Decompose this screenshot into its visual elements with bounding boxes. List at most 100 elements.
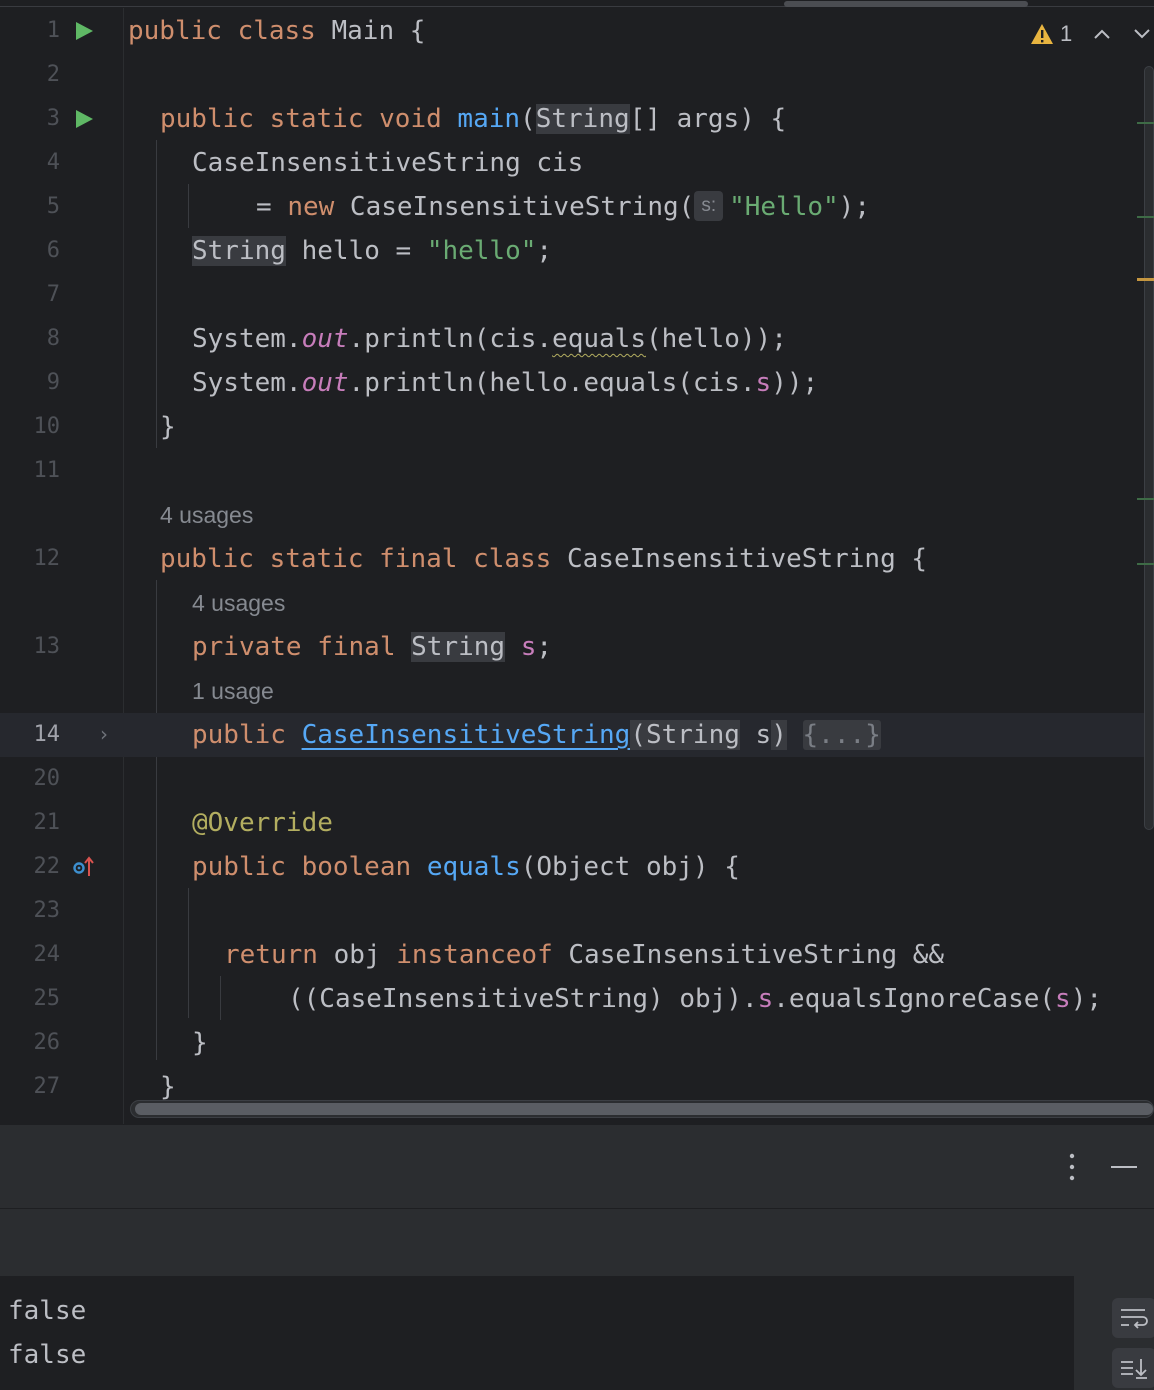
code-text: } — [160, 412, 176, 442]
method-call: .equalsIgnoreCase( — [773, 984, 1056, 1014]
type-name: String — [411, 632, 506, 662]
line-number: 20 — [33, 766, 61, 791]
error-stripe-mark[interactable] — [1137, 498, 1154, 500]
line-number: 1 — [46, 18, 60, 43]
punctuation: ) — [771, 720, 787, 750]
punctuation: ); — [1070, 984, 1102, 1014]
code-line[interactable]: 12 public static final class CaseInsensi… — [0, 537, 1154, 581]
keyword: public static final class — [160, 544, 552, 574]
chevron-right-icon[interactable]: › — [100, 721, 108, 747]
code-line[interactable]: 6 String hello = "hello"; — [0, 229, 1154, 273]
warning-underline[interactable]: equals — [552, 324, 646, 354]
code-line[interactable]: 20 — [0, 757, 1154, 801]
code-line[interactable]: 4 CaseInsensitiveString cis — [0, 141, 1154, 185]
scroll-to-end-button[interactable] — [1112, 1348, 1154, 1388]
string-literal: "hello" — [426, 236, 537, 266]
punctuation: ); — [838, 192, 870, 222]
code-line[interactable]: 3 public static void main(String[] args)… — [0, 97, 1154, 141]
horizontal-scroll-thumb[interactable] — [135, 1103, 1153, 1115]
usages-hint-text[interactable]: 4 usages — [160, 493, 253, 537]
params: [] args) { — [629, 104, 787, 134]
code-line-current[interactable]: 14 › public CaseInsensitiveString(String… — [0, 713, 1154, 757]
usages-hint[interactable]: 4 usages — [0, 493, 1154, 537]
keyword: public — [192, 720, 286, 750]
line-number: 22 — [33, 854, 61, 879]
code-line[interactable]: 2 — [0, 53, 1154, 97]
constructor-name: CaseInsensitiveString — [301, 720, 631, 750]
code-line[interactable]: 25 ((CaseInsensitiveString) obj).s.equal… — [0, 977, 1154, 1021]
usages-hint-text[interactable]: 4 usages — [192, 581, 285, 625]
code-text: public static final class CaseInsensitiv… — [160, 537, 927, 581]
method-name: main — [457, 104, 521, 134]
usages-hint-text[interactable]: 1 usage — [192, 669, 274, 713]
field-ref: s — [755, 368, 772, 398]
code-line[interactable]: 5 = new CaseInsensitiveString(s: "Hello")… — [0, 185, 1154, 229]
folded-block[interactable]: {...} — [802, 720, 881, 750]
code-line[interactable]: 10 } — [0, 405, 1154, 449]
code-text: = new CaseInsensitiveString(s: "Hello"); — [256, 185, 870, 229]
more-vertical-icon[interactable] — [1067, 1153, 1077, 1181]
code-line[interactable]: 1 public class Main { — [0, 9, 1154, 53]
punctuation: ( — [630, 720, 646, 750]
keyword: public static void — [160, 104, 442, 134]
scroll-to-end-icon — [1121, 1359, 1147, 1379]
code-line[interactable]: 26 } — [0, 1021, 1154, 1065]
annotation: @Override — [192, 808, 333, 838]
static-field: out — [301, 368, 349, 398]
error-stripe-mark[interactable] — [1137, 563, 1154, 565]
line-number: 21 — [33, 810, 61, 835]
run-triangle-icon[interactable] — [76, 110, 93, 128]
parameter-hint: s: — [694, 191, 724, 221]
keyword: new — [287, 192, 335, 222]
constructor-call: CaseInsensitiveString( — [334, 192, 695, 222]
code-line[interactable]: 7 — [0, 273, 1154, 317]
class-declaration: Main { — [315, 16, 426, 46]
method-call: .println(cis. — [348, 324, 553, 354]
console-line: false — [8, 1340, 87, 1370]
static-field: out — [301, 324, 349, 354]
code-line[interactable]: 21 @Override — [0, 801, 1154, 845]
type-name: String — [645, 720, 740, 750]
code-editor[interactable]: 1 1 public class Main { 2 3 public stati… — [0, 0, 1154, 1124]
expression: CaseInsensitiveString && — [552, 940, 945, 970]
line-number: 4 — [46, 150, 60, 175]
code-line[interactable]: 13 private final String s; — [0, 625, 1154, 669]
line-number: 24 — [33, 942, 61, 967]
punctuation: ( — [520, 104, 536, 134]
params: (Object obj) { — [520, 852, 740, 882]
keyword: private final — [192, 632, 396, 662]
error-stripe-mark[interactable] — [1137, 122, 1154, 124]
usages-hint[interactable]: 4 usages — [0, 581, 1154, 625]
code-text: public boolean equals(Object obj) { — [192, 845, 740, 889]
soft-wrap-button[interactable] — [1112, 1298, 1154, 1338]
code-text: public CaseInsensitiveString(String s) {… — [192, 713, 881, 757]
vertical-scrollbar[interactable] — [1144, 66, 1154, 830]
line-number: 25 — [33, 986, 61, 1011]
line-number: 14 — [33, 722, 61, 747]
run-panel-header — [0, 1124, 1154, 1209]
error-stripe-mark[interactable] — [1137, 216, 1154, 218]
run-panel-toolbar — [0, 1208, 1154, 1279]
usages-hint[interactable]: 1 usage — [0, 669, 1154, 713]
minimize-icon[interactable] — [1111, 1166, 1137, 1168]
operator: = — [256, 192, 288, 222]
top-scroll-thumb[interactable] — [784, 1, 1028, 7]
code-text: System.out.println(cis.equals(hello)); — [192, 317, 787, 361]
code-line[interactable]: 8 System.out.println(cis.equals(hello)); — [0, 317, 1154, 361]
code-line[interactable]: 24 return obj instanceof CaseInsensitive… — [0, 933, 1154, 977]
code-text: } — [192, 1028, 208, 1058]
console-output[interactable]: false false — [0, 1276, 1074, 1390]
code-text: CaseInsensitiveString cis — [192, 148, 584, 178]
line-number: 23 — [33, 898, 61, 923]
line-number: 26 — [33, 1030, 61, 1055]
horizontal-scrollbar[interactable] — [130, 1100, 1154, 1118]
override-up-arrow-icon[interactable] — [72, 855, 96, 879]
code-line[interactable]: 11 — [0, 449, 1154, 493]
code-line[interactable]: 23 — [0, 889, 1154, 933]
warning-stripe-mark[interactable] — [1137, 278, 1154, 281]
run-triangle-icon[interactable] — [76, 22, 93, 40]
code-line[interactable]: 9 System.out.println(hello.equals(cis.s)… — [0, 361, 1154, 405]
line-number: 8 — [46, 326, 60, 351]
code-text: ((CaseInsensitiveString) obj).s.equalsIg… — [288, 977, 1102, 1021]
code-line[interactable]: 22 public boolean equals(Object obj) { — [0, 845, 1154, 889]
